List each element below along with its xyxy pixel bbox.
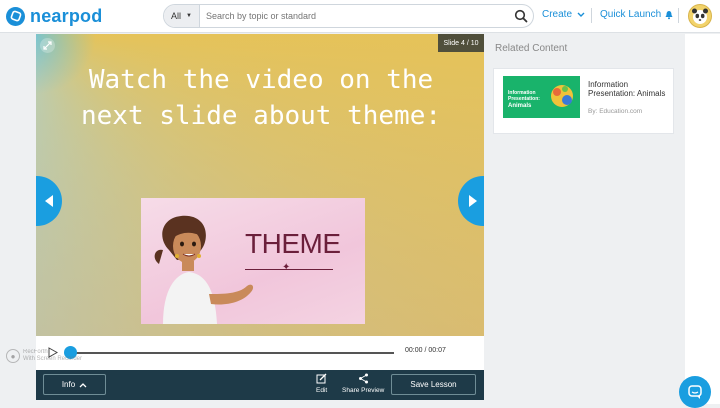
progress-track[interactable] xyxy=(69,352,394,354)
related-content-card[interactable]: Information Presentation: Animals Inform… xyxy=(493,68,674,134)
search-button[interactable] xyxy=(511,6,531,26)
slide-stage: Slide 4 / 10 Watch the video on the next… xyxy=(36,34,484,336)
search-bar: All ▼ xyxy=(163,4,534,28)
theme-illustration: THEME ✦ xyxy=(141,198,365,324)
thumb-footer xyxy=(503,118,580,128)
expand-button[interactable] xyxy=(40,38,55,53)
divider xyxy=(591,8,592,23)
quick-launch-button[interactable]: Quick Launch xyxy=(600,9,674,20)
watermark: ● RecForth With Screen Recorder xyxy=(6,349,82,363)
card-author: By: Education.com xyxy=(588,108,643,115)
divider xyxy=(678,8,679,23)
related-content-heading: Related Content xyxy=(495,43,568,54)
nearpod-logo-icon xyxy=(6,6,25,26)
bell-icon xyxy=(665,10,673,19)
nearpod-logo[interactable]: nearpod xyxy=(6,6,102,26)
top-bar: nearpod All ▼ Create Quick Launch xyxy=(0,0,720,33)
search-category-label: All xyxy=(171,11,182,21)
search-icon xyxy=(514,9,528,23)
record-icon: ● xyxy=(6,349,20,363)
share-icon xyxy=(358,373,368,384)
animal-collage-icon xyxy=(551,85,573,107)
edit-icon xyxy=(316,373,327,384)
thumb-line3: Animals xyxy=(508,103,532,109)
arrow-right-icon xyxy=(469,195,477,207)
related-content-panel: Related Content Information Presentation… xyxy=(484,34,685,404)
panda-avatar-icon xyxy=(692,8,708,24)
arrow-left-icon xyxy=(45,195,53,207)
chevron-up-icon xyxy=(79,382,87,387)
video-player-controls: 00:00 / 00:07 xyxy=(36,336,484,370)
video-time: 00:00 / 00:07 xyxy=(405,347,446,354)
info-button[interactable]: Info xyxy=(43,374,106,395)
brand-name: nearpod xyxy=(30,5,103,26)
edit-label: Edit xyxy=(316,387,328,394)
caret-down-icon: ▼ xyxy=(186,13,192,19)
chat-button[interactable] xyxy=(679,376,711,408)
lesson-toolbar: Info Edit Share Preview Save Lesson xyxy=(36,370,484,400)
watermark-line2: With Screen Recorder xyxy=(23,356,83,362)
right-gutter xyxy=(685,34,720,404)
expand-icon xyxy=(43,41,52,50)
create-menu[interactable]: Create xyxy=(542,9,586,20)
slide-counter: Slide 4 / 10 xyxy=(438,34,484,52)
thumb-line2: Presentation: xyxy=(508,96,540,102)
card-title: Information Presentation: Animals xyxy=(588,80,666,98)
search-input[interactable] xyxy=(206,8,486,24)
search-category-select[interactable]: All ▼ xyxy=(164,5,200,27)
woman-illustration xyxy=(154,215,254,324)
share-preview-button[interactable]: Share Preview xyxy=(342,373,384,394)
edit-button[interactable]: Edit xyxy=(316,373,327,394)
create-label: Create xyxy=(542,9,573,20)
avatar[interactable] xyxy=(688,4,712,28)
share-label: Share Preview xyxy=(342,387,385,394)
watermark-line1: RecForth xyxy=(23,349,48,355)
theme-word: THEME xyxy=(245,228,341,259)
card-thumbnail: Information Presentation: Animals xyxy=(503,76,580,128)
quick-launch-label: Quick Launch xyxy=(600,9,662,20)
save-lesson-button[interactable]: Save Lesson xyxy=(391,374,476,395)
info-label: Info xyxy=(61,380,76,389)
ornament-icon: ✦ xyxy=(282,262,291,273)
chat-icon xyxy=(688,385,702,399)
slide-heading: Watch the video on the next slide about … xyxy=(80,65,442,131)
chevron-down-icon xyxy=(577,12,585,17)
